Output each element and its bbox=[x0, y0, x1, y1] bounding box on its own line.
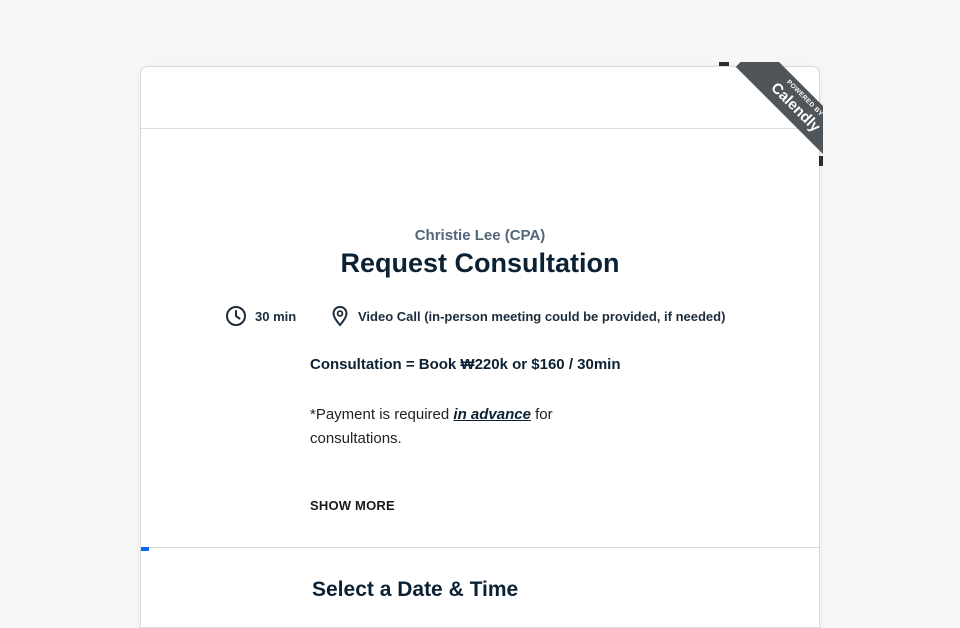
event-location: Video Call (in-person meeting could be p… bbox=[330, 305, 725, 327]
ribbon-band[interactable]: POWERED BY Calendly bbox=[735, 62, 823, 166]
progress-indicator bbox=[141, 547, 149, 551]
section-divider bbox=[141, 547, 819, 548]
powered-by-ribbon[interactable]: POWERED BY Calendly bbox=[719, 62, 823, 166]
card-header bbox=[141, 67, 819, 129]
location-pin-icon bbox=[332, 305, 348, 327]
in-advance-link[interactable]: in advance bbox=[453, 406, 531, 423]
pricing-text: Consultation = Book ₩220k or $160 / 30mi… bbox=[310, 356, 621, 373]
event-title: Request Consultation bbox=[340, 248, 620, 278]
host-name: Christie Lee (CPA) bbox=[414, 227, 546, 244]
booking-card: Christie Lee (CPA) Request Consultation … bbox=[140, 66, 820, 628]
location-label: Video Call (in-person meeting could be p… bbox=[358, 308, 726, 324]
payment-prefix: *Payment is required bbox=[310, 406, 454, 423]
select-date-time-title: Select a Date & Time bbox=[312, 578, 519, 601]
event-duration: 30 min bbox=[225, 305, 296, 327]
clock-icon bbox=[226, 306, 246, 326]
payment-note: *Payment is required in advance for cons… bbox=[310, 403, 580, 451]
show-more-button[interactable]: SHOW MORE bbox=[310, 498, 395, 513]
duration-label: 30 min bbox=[255, 308, 297, 324]
